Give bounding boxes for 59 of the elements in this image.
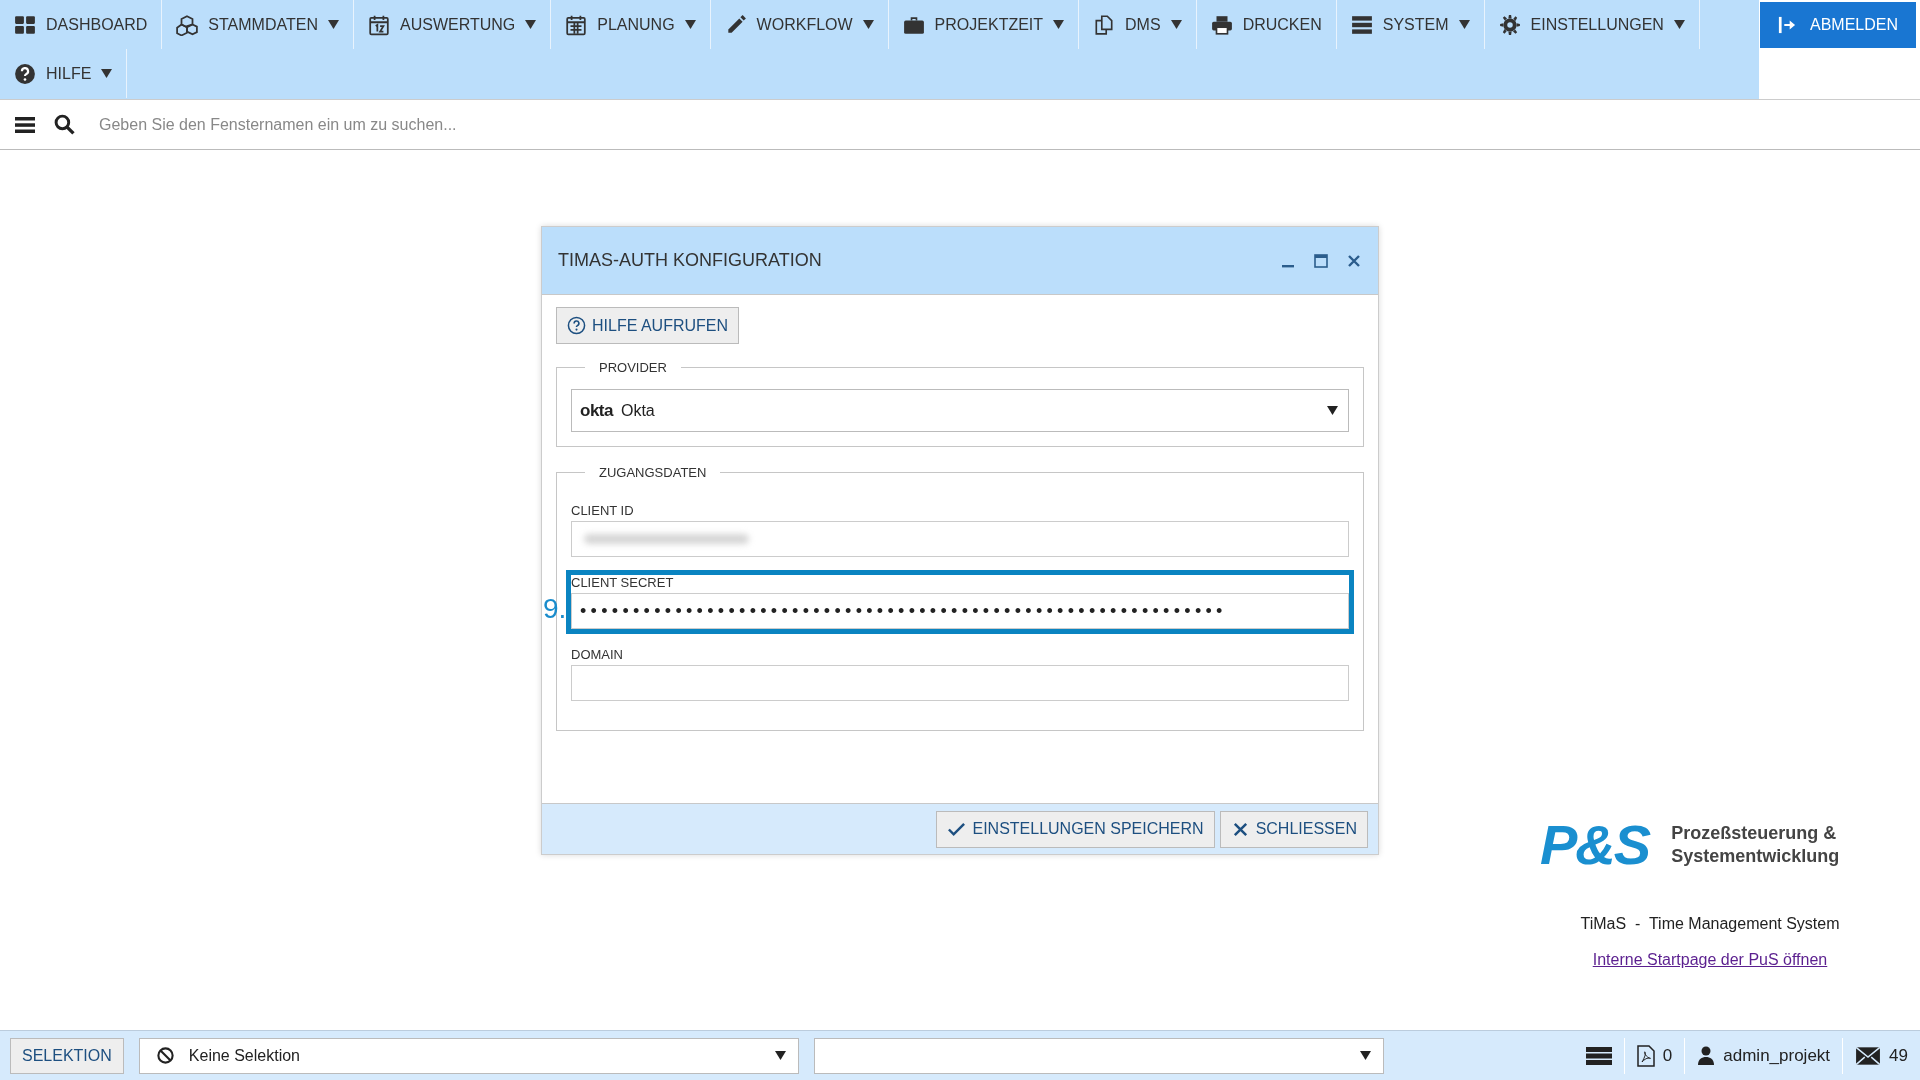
close-button[interactable]: SCHLIESSEN (1219, 810, 1368, 848)
server-icon[interactable] (1585, 1045, 1612, 1066)
pdf-icon[interactable] (1636, 1044, 1655, 1067)
user-name[interactable]: admin_projekt (1723, 1045, 1831, 1066)
step-number: 9. (543, 593, 567, 625)
close-icon[interactable] (1346, 252, 1362, 269)
menu-item[interactable]: DRUCKEN (1196, 0, 1337, 49)
section-legend: PROVIDER (585, 360, 681, 375)
pdf-count: 0 (1662, 1045, 1673, 1066)
startpage-link[interactable]: Interne Startpage der PuS öffnen (1592, 951, 1828, 969)
save-button[interactable]: EINSTELLUNGEN SPEICHERN (936, 810, 1215, 848)
menu-item[interactable]: SYSTEM (1336, 0, 1485, 49)
provider-dropdown[interactable]: okta Okta (571, 389, 1349, 432)
company-logo: P&S (1540, 817, 1650, 873)
domain-field[interactable] (571, 665, 1349, 701)
user-icon (1697, 1044, 1716, 1067)
menu-item[interactable]: AUSWERTUNG (354, 0, 552, 49)
menu-item[interactable]: STAMMDATEN (162, 0, 354, 49)
mail-icon[interactable] (1855, 1045, 1882, 1066)
menu-item[interactable]: DMS (1079, 0, 1197, 49)
cubes-icon (176, 13, 199, 36)
password-field[interactable]: ••••••••••••••••••••••••••••••••••••••••••••••••••••••••••••• (571, 593, 1349, 629)
menu-item[interactable]: EINSTELLUNGEN (1484, 0, 1700, 49)
company-name: Prozeßsteuerung & Systementwicklung (1671, 821, 1840, 868)
mail-count: 49 (1889, 1045, 1908, 1066)
menu-item[interactable]: PROJEKTZEIT (888, 0, 1080, 49)
field-label: CLIENT ID (571, 503, 635, 518)
menu-item[interactable]: HILFE (0, 49, 128, 98)
printer-icon (1210, 13, 1233, 36)
window-title: TIMAS-AUTH KONFIGURATION (558, 250, 823, 271)
help-icon (567, 316, 586, 335)
calendar-icon (368, 13, 390, 36)
documents-icon (1093, 13, 1116, 36)
menu-item[interactable]: PLANUNG (551, 0, 711, 49)
caret-icon (774, 1051, 786, 1060)
field-label: DOMAIN (571, 647, 624, 662)
menu-item[interactable]: WORKFLOW (710, 0, 889, 49)
help-icon (14, 62, 36, 85)
logout-icon (1778, 15, 1796, 35)
product-name: TiMaS - Time Management System (1580, 915, 1840, 933)
grid-icon (14, 13, 36, 36)
gear-icon (1498, 13, 1521, 36)
calendar-icon (565, 13, 588, 36)
client-id-field[interactable] (571, 521, 1349, 557)
field-label: CLIENT SECRET (571, 575, 675, 590)
ban-icon (155, 1046, 175, 1065)
selection-dropdown[interactable]: Keine Selektion (138, 1037, 799, 1074)
section-legend: ZUGANGSDATEN (585, 465, 721, 480)
menu-icon[interactable] (15, 115, 35, 134)
maximize-icon[interactable] (1313, 252, 1329, 269)
caret-icon (1327, 406, 1338, 415)
menu-item[interactable]: DASHBOARD (0, 0, 163, 49)
provider-logo: okta (580, 400, 613, 421)
caret-icon (1359, 1051, 1371, 1060)
help-button[interactable]: HILFE AUFRUFEN (556, 307, 739, 344)
selection-button[interactable]: SELEKTION (10, 1037, 124, 1074)
search-icon[interactable] (54, 114, 75, 135)
server-icon (1350, 13, 1373, 36)
logout-button[interactable]: ABMELDEN (1760, 2, 1916, 48)
